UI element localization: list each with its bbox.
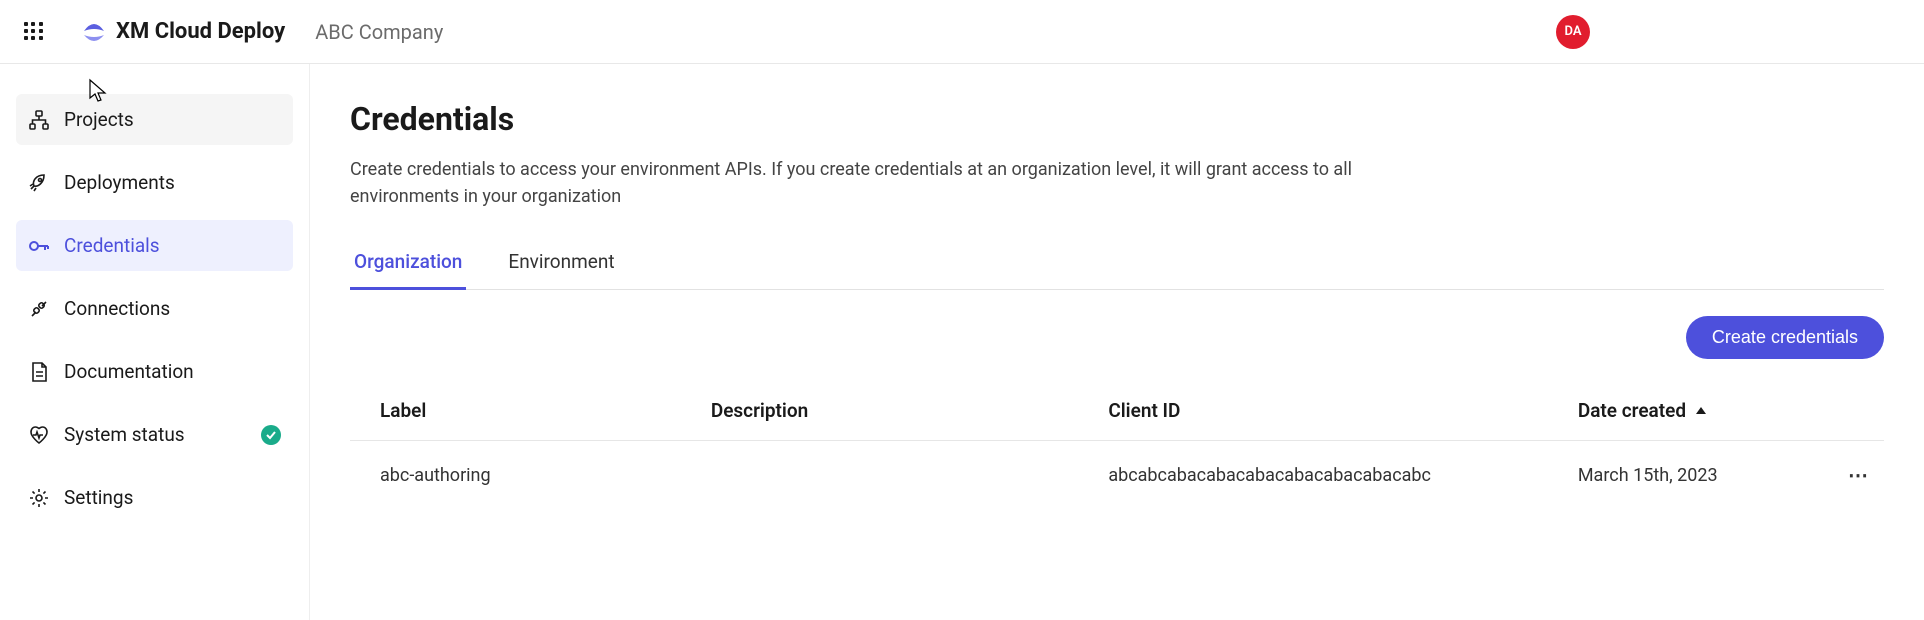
heartbeat-icon [28, 424, 50, 446]
sidebar-item-label: Credentials [64, 234, 281, 257]
row-more-actions-button[interactable]: ⋯ [1848, 463, 1870, 487]
plug-icon [28, 298, 50, 320]
column-header-date-created[interactable]: Date created [1564, 381, 1804, 441]
column-header-date-label: Date created [1578, 399, 1686, 422]
column-header-description[interactable]: Description [697, 381, 1095, 441]
sort-asc-icon [1696, 407, 1706, 414]
sidebar-item-label: Connections [64, 297, 281, 320]
main-content: Credentials Create credentials to access… [310, 64, 1924, 620]
sidebar-item-label: Settings [64, 486, 281, 509]
column-header-actions [1804, 381, 1884, 441]
cell-description [697, 441, 1095, 510]
logo-icon [82, 21, 106, 43]
app-brand[interactable]: XM Cloud Deploy [82, 19, 285, 44]
sidebar-item-label: Documentation [64, 360, 281, 383]
credentials-table: Label Description Client ID Date created… [350, 381, 1884, 509]
top-header: XM Cloud Deploy ABC Company DA [0, 0, 1924, 64]
sitemap-icon [28, 109, 50, 131]
sidebar-nav: Projects Deployments Credentials [0, 64, 310, 620]
page-title: Credentials [350, 100, 1884, 138]
sidebar-item-system-status[interactable]: System status [16, 409, 293, 460]
create-credentials-button[interactable]: Create credentials [1686, 316, 1884, 359]
rocket-icon [28, 172, 50, 194]
sidebar-item-label: Projects [64, 108, 281, 131]
user-avatar[interactable]: DA [1556, 15, 1590, 49]
cell-label: abc-authoring [350, 441, 697, 510]
sidebar-item-credentials[interactable]: Credentials [16, 220, 293, 271]
sidebar-item-settings[interactable]: Settings [16, 472, 293, 523]
sidebar-item-deployments[interactable]: Deployments [16, 157, 293, 208]
tab-organization[interactable]: Organization [350, 238, 466, 290]
status-ok-icon [261, 425, 281, 445]
org-name: ABC Company [315, 20, 443, 44]
column-header-client-id[interactable]: Client ID [1094, 381, 1564, 441]
sidebar-item-projects[interactable]: Projects [16, 94, 293, 145]
column-header-label[interactable]: Label [350, 381, 697, 441]
tabs: Organization Environment [350, 238, 1884, 290]
sidebar-item-label: Deployments [64, 171, 281, 194]
document-icon [28, 361, 50, 383]
cell-date-created: March 15th, 2023 [1564, 441, 1804, 510]
app-title: XM Cloud Deploy [116, 19, 285, 44]
tab-environment[interactable]: Environment [504, 238, 618, 290]
table-row: abc-authoring abcabcabacabacabacabacabac… [350, 441, 1884, 510]
apps-launcher-icon[interactable] [24, 22, 44, 42]
sidebar-item-documentation[interactable]: Documentation [16, 346, 293, 397]
sidebar-item-label: System status [64, 423, 247, 446]
gear-icon [28, 487, 50, 509]
key-icon [28, 235, 50, 257]
page-description: Create credentials to access your enviro… [350, 156, 1460, 210]
sidebar-item-connections[interactable]: Connections [16, 283, 293, 334]
cell-client-id: abcabcabacabacabacabacabacabacabc [1094, 441, 1564, 510]
